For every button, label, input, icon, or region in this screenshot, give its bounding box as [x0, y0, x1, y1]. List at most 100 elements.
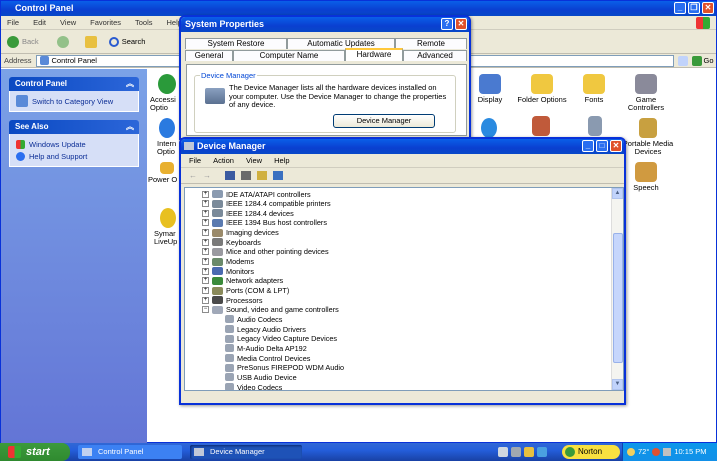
- search-button[interactable]: Search: [108, 36, 145, 47]
- taskbar-item-device-manager[interactable]: Device Manager: [190, 445, 302, 459]
- scroll-down-button[interactable]: ▼: [612, 379, 623, 390]
- collapse-chevron-icon[interactable]: ︽: [126, 77, 134, 91]
- tree-node[interactable]: + Monitors: [202, 266, 254, 276]
- forward-arrow-icon[interactable]: →: [203, 171, 211, 180]
- tree-node[interactable]: + IEEE 1394 Bus host controllers: [202, 218, 327, 228]
- tab-computer-name[interactable]: Computer Name: [233, 50, 345, 61]
- tree-node[interactable]: + IEEE 1284.4 devices: [202, 208, 294, 218]
- system-properties-titlebar[interactable]: System Properties ? ✕: [181, 17, 469, 32]
- minimize-button[interactable]: _: [582, 140, 594, 152]
- tree-child-node[interactable]: Media Control Devices: [225, 353, 310, 363]
- back-button[interactable]: Back: [7, 35, 39, 48]
- maximize-button[interactable]: □: [596, 140, 608, 152]
- control-panel-titlebar[interactable]: Control Panel _ ❐ ✕: [1, 1, 716, 16]
- back-arrow-icon[interactable]: ←: [189, 171, 197, 180]
- tree-node[interactable]: + Network adapters: [202, 276, 283, 286]
- expand-toggle-icon[interactable]: +: [202, 267, 209, 275]
- menu-action[interactable]: Action: [213, 154, 234, 167]
- tree-node[interactable]: + Keyboards: [202, 237, 261, 247]
- scroll-thumb[interactable]: [613, 233, 623, 363]
- expand-toggle-icon[interactable]: +: [202, 277, 209, 285]
- address-dropdown-icon[interactable]: [677, 55, 688, 66]
- cp-item-home[interactable]: [528, 116, 554, 138]
- tree-child-node[interactable]: PreSonus FIREPOD WDM Audio: [225, 363, 344, 373]
- cp-item-fonts[interactable]: Fonts: [564, 74, 624, 104]
- menu-view[interactable]: View: [246, 154, 262, 167]
- device-manager-button[interactable]: Device Manager: [333, 114, 435, 128]
- taskbar-item-control-panel[interactable]: Control Panel: [78, 445, 182, 459]
- cp-item-internet[interactable]: Intern Optio: [157, 118, 179, 156]
- security-tray-icon[interactable]: [524, 447, 534, 457]
- network-tray-icon[interactable]: [498, 447, 508, 457]
- go-button[interactable]: Go: [691, 55, 714, 66]
- folder-up-icon[interactable]: [84, 35, 97, 48]
- tree-node[interactable]: + Ports (COM & LPT): [202, 286, 289, 296]
- close-button[interactable]: ✕: [455, 18, 467, 30]
- tab-hardware[interactable]: Hardware: [345, 48, 403, 61]
- tree-child-node[interactable]: Video Codecs: [225, 382, 282, 390]
- start-button[interactable]: start: [0, 443, 70, 461]
- tree-child-node[interactable]: USB Audio Device: [225, 372, 297, 382]
- expand-toggle-icon[interactable]: +: [202, 238, 209, 246]
- tree-child-node[interactable]: Legacy Video Capture Devices: [225, 334, 337, 344]
- expand-toggle-icon[interactable]: +: [202, 296, 209, 304]
- norton-tray-button[interactable]: Norton: [562, 445, 620, 459]
- windows-update-link[interactable]: Windows Update: [16, 138, 132, 150]
- volume-tray-icon[interactable]: [511, 447, 521, 457]
- vertical-scrollbar[interactable]: ▲ ▼: [611, 188, 623, 390]
- tree-child-node[interactable]: M-Audio Delta AP192: [225, 343, 307, 353]
- menu-file[interactable]: File: [189, 154, 201, 167]
- tree-node[interactable]: + Imaging devices: [202, 228, 279, 238]
- tree-child-node[interactable]: Legacy Audio Drivers: [225, 324, 306, 334]
- tab-remote[interactable]: Remote: [395, 38, 467, 49]
- help-icon[interactable]: [257, 171, 267, 180]
- tree-node[interactable]: + Mice and other pointing devices: [202, 247, 329, 257]
- expand-toggle-icon[interactable]: +: [202, 287, 209, 294]
- collapse-toggle-icon[interactable]: −: [202, 306, 209, 314]
- close-button[interactable]: ✕: [610, 140, 622, 152]
- menu-favorites[interactable]: Favorites: [90, 16, 121, 29]
- help-tray-icon[interactable]: [537, 447, 547, 457]
- cp-item-folder-options[interactable]: Folder Options: [512, 74, 572, 104]
- weather-icon[interactable]: [627, 448, 635, 456]
- menu-help[interactable]: Help: [274, 154, 289, 167]
- cp-item-portable-media[interactable]: Portable Media Devices: [620, 118, 676, 156]
- panel-header[interactable]: Control Panel ︽: [9, 77, 139, 91]
- tree-node[interactable]: + Modems: [202, 257, 254, 267]
- minimize-button[interactable]: _: [674, 2, 686, 14]
- tree-node[interactable]: + IDE ATA/ATAPI controllers: [202, 189, 311, 199]
- tree-node[interactable]: − Sound, video and game controllers: [202, 305, 339, 315]
- expand-toggle-icon[interactable]: +: [202, 248, 209, 256]
- scroll-up-button[interactable]: ▲: [612, 188, 623, 199]
- switch-category-view-link[interactable]: Switch to Category View: [16, 95, 132, 107]
- menu-edit[interactable]: Edit: [33, 16, 46, 29]
- menu-view[interactable]: View: [60, 16, 76, 29]
- tree-node[interactable]: + IEEE 1284.4 compatible printers: [202, 199, 331, 209]
- clock[interactable]: 10:15 PM: [674, 443, 706, 461]
- cp-item-game-controllers[interactable]: Game Controllers: [616, 74, 676, 112]
- device-manager-titlebar[interactable]: Device Manager _ □ ✕: [181, 139, 624, 154]
- menu-file[interactable]: File: [7, 16, 19, 29]
- tray-app-icon[interactable]: [652, 448, 661, 456]
- properties-icon[interactable]: [225, 171, 235, 180]
- tab-advanced[interactable]: Advanced: [403, 50, 467, 61]
- cp-item-power[interactable]: Power O: [148, 162, 180, 184]
- tab-general[interactable]: General: [185, 50, 233, 61]
- tab-system-restore[interactable]: System Restore: [185, 38, 287, 49]
- collapse-chevron-icon[interactable]: ︽: [126, 120, 134, 134]
- help-button[interactable]: ?: [441, 18, 453, 30]
- expand-toggle-icon[interactable]: +: [202, 209, 209, 217]
- cp-item-phone[interactable]: [582, 116, 608, 138]
- tree-node[interactable]: + Processors: [202, 295, 263, 305]
- expand-toggle-icon[interactable]: +: [202, 258, 209, 266]
- tree-child-node[interactable]: Audio Codecs: [225, 314, 282, 324]
- scan-hardware-icon[interactable]: [273, 171, 283, 180]
- maximize-button[interactable]: ❐: [688, 2, 700, 14]
- weather-temp[interactable]: 72°: [638, 443, 649, 461]
- expand-toggle-icon[interactable]: +: [202, 219, 209, 227]
- help-support-link[interactable]: Help and Support: [16, 150, 132, 162]
- print-icon[interactable]: [241, 171, 251, 180]
- close-button[interactable]: ✕: [702, 2, 714, 14]
- tray-app-icon[interactable]: [663, 448, 672, 456]
- expand-toggle-icon[interactable]: +: [202, 229, 209, 237]
